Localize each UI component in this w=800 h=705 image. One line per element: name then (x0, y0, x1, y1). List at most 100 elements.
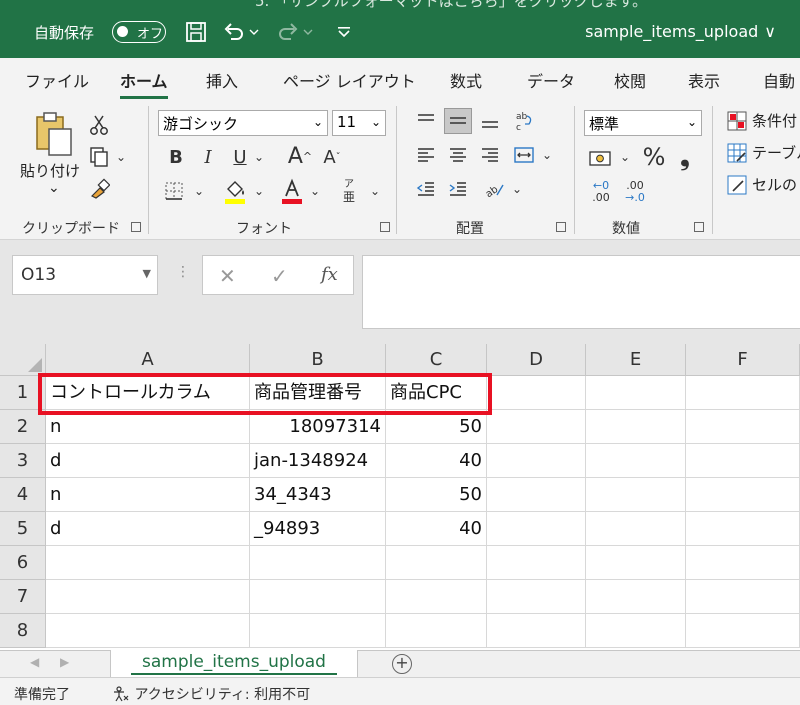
row-header-3[interactable]: 3 (0, 444, 46, 478)
name-box[interactable]: O13 ▼ (12, 255, 158, 295)
redo-icon[interactable] (274, 18, 302, 46)
column-header-e[interactable]: E (586, 344, 686, 376)
cell-f8[interactable] (686, 614, 800, 648)
font-name-select[interactable]: 游ゴシック ⌄ (158, 110, 328, 136)
cell-e1[interactable] (586, 376, 686, 410)
cell-e8[interactable] (586, 614, 686, 648)
cell-d2[interactable] (487, 410, 586, 444)
row-header-6[interactable]: 6 (0, 546, 46, 580)
align-middle-icon[interactable] (444, 108, 472, 134)
copy-icon[interactable] (86, 144, 112, 170)
cell-b8[interactable] (250, 614, 386, 648)
orientation-icon[interactable]: ab (480, 176, 508, 202)
number-launcher-icon[interactable] (694, 222, 704, 232)
accessibility-status[interactable]: アクセシビリティ: 利用不可 (112, 684, 310, 704)
cell-c3[interactable]: 40 (386, 444, 487, 478)
borders-icon[interactable] (160, 178, 188, 204)
cell-f7[interactable] (686, 580, 800, 614)
formula-input[interactable] (362, 255, 800, 329)
increase-decimal-icon[interactable]: ←0.00 (586, 178, 616, 206)
format-painter-icon[interactable] (86, 176, 112, 202)
percent-style-button[interactable]: % (640, 142, 668, 172)
insert-function-icon[interactable]: fx (321, 264, 338, 285)
customize-qat-icon[interactable] (332, 18, 356, 46)
cell-b6[interactable] (250, 546, 386, 580)
undo-dropdown-icon[interactable] (246, 18, 262, 46)
cell-a8[interactable] (46, 614, 250, 648)
grow-font-button[interactable]: A ^ (288, 142, 312, 170)
tab-insert[interactable]: 挿入 (206, 68, 238, 92)
cell-f2[interactable] (686, 410, 800, 444)
shrink-font-button[interactable]: Aˇ (320, 144, 344, 170)
enter-icon[interactable]: ✓ (271, 264, 288, 288)
cell-c2[interactable]: 50 (386, 410, 487, 444)
paste-icon[interactable] (30, 110, 78, 158)
cell-f3[interactable] (686, 444, 800, 478)
accounting-dropdown-icon[interactable]: ⌄ (618, 148, 632, 166)
font-size-select[interactable]: 11 ⌄ (332, 110, 386, 136)
cell-a2[interactable]: n (46, 410, 250, 444)
merge-dropdown-icon[interactable]: ⌄ (540, 146, 554, 164)
column-header-c[interactable]: C (386, 344, 487, 376)
cell-c1[interactable]: 商品CPC (386, 376, 487, 410)
fill-color-icon[interactable] (220, 176, 250, 206)
cell-e5[interactable] (586, 512, 686, 546)
font-launcher-icon[interactable] (380, 222, 390, 232)
align-left-icon[interactable] (412, 142, 440, 168)
font-color-dropdown-icon[interactable]: ⌄ (308, 182, 322, 200)
borders-dropdown-icon[interactable]: ⌄ (192, 182, 206, 200)
tab-automate[interactable]: 自動 (763, 68, 795, 92)
increase-indent-icon[interactable] (444, 176, 472, 202)
align-top-icon[interactable] (412, 108, 440, 134)
row-header-8[interactable]: 8 (0, 614, 46, 648)
cell-c5[interactable]: 40 (386, 512, 487, 546)
font-color-icon[interactable] (278, 176, 306, 206)
cell-a3[interactable]: d (46, 444, 250, 478)
fill-color-dropdown-icon[interactable]: ⌄ (252, 182, 266, 200)
bold-button[interactable]: B (164, 144, 188, 170)
prev-sheet-icon[interactable]: ◀ (30, 655, 39, 669)
cell-styles-icon[interactable] (726, 174, 748, 196)
cell-b5[interactable]: _94893 (250, 512, 386, 546)
copy-dropdown-icon[interactable]: ⌄ (114, 148, 128, 166)
worksheet-grid[interactable]: A B C D E F 1 コントロールカラム 商品管理番号 商品CPC 2 n 18097314 50 3… (0, 344, 800, 650)
format-as-table-label[interactable]: テーブル (752, 142, 800, 163)
row-header-7[interactable]: 7 (0, 580, 46, 614)
autosave-toggle[interactable]: オフ (112, 21, 166, 43)
align-right-icon[interactable] (476, 142, 504, 168)
merge-center-icon[interactable] (510, 142, 538, 168)
clipboard-launcher-icon[interactable] (131, 222, 141, 232)
accounting-format-icon[interactable] (586, 144, 616, 172)
cut-icon[interactable] (86, 112, 112, 138)
select-all-button[interactable] (0, 344, 46, 376)
underline-dropdown-icon[interactable]: ⌄ (252, 148, 266, 166)
paste-dropdown-icon[interactable]: ⌄ (48, 180, 60, 196)
orientation-dropdown-icon[interactable]: ⌄ (510, 180, 524, 198)
cell-a6[interactable] (46, 546, 250, 580)
tab-page-layout[interactable]: ページ レイアウト (283, 68, 416, 92)
cell-d8[interactable] (487, 614, 586, 648)
underline-button[interactable]: U (228, 144, 252, 170)
tab-home[interactable]: ホーム (120, 68, 168, 99)
column-header-d[interactable]: D (487, 344, 586, 376)
cell-b7[interactable] (250, 580, 386, 614)
cell-e3[interactable] (586, 444, 686, 478)
align-bottom-icon[interactable] (476, 108, 504, 134)
cell-b1[interactable]: 商品管理番号 (250, 376, 386, 410)
tab-data[interactable]: データ (527, 68, 575, 92)
decrease-decimal-icon[interactable]: .00 →.0 (620, 178, 650, 206)
align-center-icon[interactable] (444, 142, 472, 168)
cell-e6[interactable] (586, 546, 686, 580)
tab-file[interactable]: ファイル (25, 68, 89, 92)
cell-b3[interactable]: jan-1348924 (250, 444, 386, 478)
paste-label[interactable]: 貼り付け (20, 160, 80, 181)
cell-b4[interactable]: 34_4343 (250, 478, 386, 512)
cancel-icon[interactable]: ✕ (219, 264, 236, 288)
tab-review[interactable]: 校閲 (614, 68, 646, 92)
cell-f6[interactable] (686, 546, 800, 580)
row-header-2[interactable]: 2 (0, 410, 46, 444)
cell-d5[interactable] (487, 512, 586, 546)
format-as-table-icon[interactable] (726, 142, 748, 164)
conditional-formatting-icon[interactable] (726, 110, 748, 132)
cell-a5[interactable]: d (46, 512, 250, 546)
